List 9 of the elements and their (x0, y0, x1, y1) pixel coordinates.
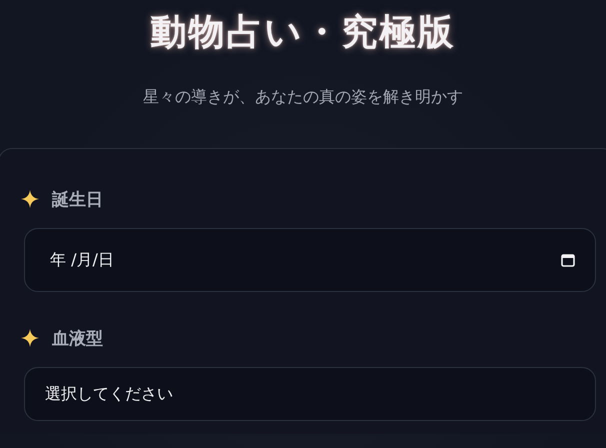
subtitle: 星々の導きが、あなたの真の姿を解き明かす (143, 86, 463, 108)
sparkle-icon (20, 328, 40, 348)
field-label: 血液型 (52, 328, 103, 350)
page-title: 動物占い・究極版 (150, 11, 456, 55)
calendar-icon[interactable] (561, 253, 575, 267)
field-label: 誕生日 (52, 188, 103, 210)
date-field[interactable]: 年 /月/日 (24, 228, 596, 292)
sparkle-icon (20, 189, 40, 209)
select-field[interactable]: 選択してください (24, 367, 596, 421)
